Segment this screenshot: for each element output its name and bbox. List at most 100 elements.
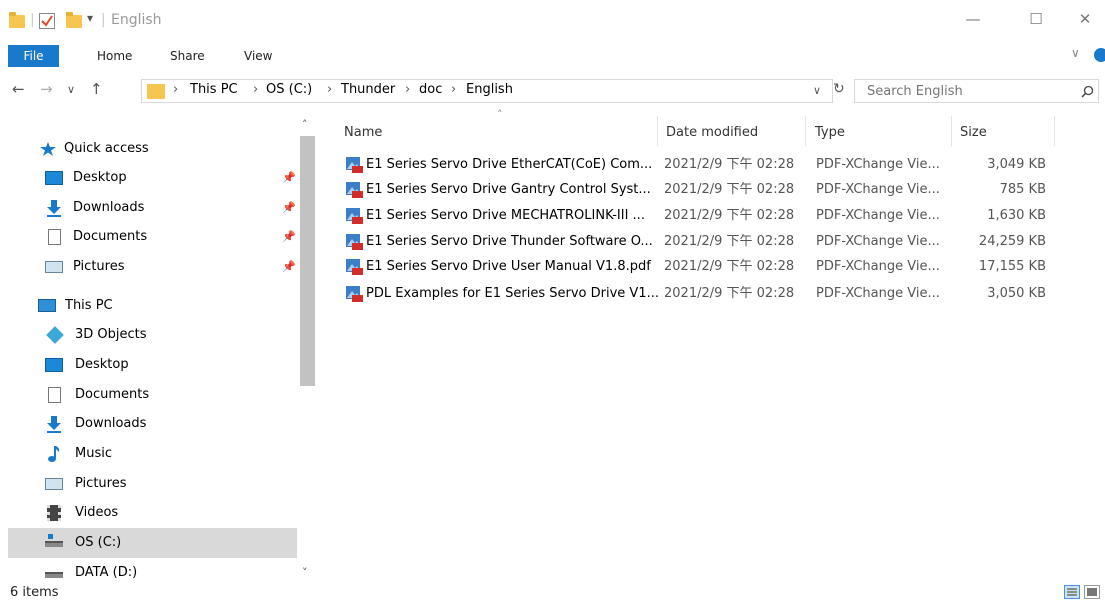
breadcrumb-separator[interactable]: › <box>451 82 456 97</box>
nav-label: Quick access <box>64 141 149 156</box>
column-header-type[interactable]: Type <box>815 120 935 146</box>
file-row[interactable]: E1 Series Servo Drive Thunder Software O… <box>342 231 1050 253</box>
recent-locations-button[interactable]: ∨ <box>67 83 75 96</box>
folder-icon <box>147 84 165 99</box>
document-icon <box>48 387 61 403</box>
checkmark-icon <box>41 15 53 27</box>
pdf-file-icon <box>346 286 363 302</box>
minimize-button[interactable]: — <box>950 4 996 34</box>
breadcrumb-thunder[interactable]: Thunder <box>341 82 395 97</box>
file-name: E1 Series Servo Drive Gantry Control Sys… <box>366 182 651 197</box>
back-button[interactable]: ← <box>12 80 25 98</box>
file-name: E1 Series Servo Drive User Manual V1.8.p… <box>366 259 651 274</box>
tab-home[interactable]: Home <box>97 45 132 67</box>
column-header-name[interactable]: Name <box>344 120 654 146</box>
scroll-down-icon[interactable]: ˅ <box>302 566 308 579</box>
nav-label: Downloads <box>75 416 147 431</box>
refresh-button[interactable]: ↻ <box>833 81 845 97</box>
nav-pc-desktop[interactable]: Desktop <box>45 350 289 380</box>
column-divider[interactable] <box>805 116 806 146</box>
file-date: 2021/2/9 下午 02:28 <box>664 286 795 301</box>
properties-quick-icon[interactable] <box>39 13 55 29</box>
search-icon[interactable] <box>1081 85 1094 98</box>
nav-pc-downloads[interactable]: Downloads <box>47 409 289 439</box>
file-name: E1 Series Servo Drive MECHATROLINK-III .… <box>366 208 645 223</box>
nav-pc-documents[interactable]: Documents <box>48 380 289 410</box>
title-separator-2: | <box>101 12 106 28</box>
column-divider[interactable] <box>951 116 952 146</box>
column-header-size[interactable]: Size <box>960 120 1040 146</box>
pin-icon[interactable]: 📌 <box>282 230 296 243</box>
file-date: 2021/2/9 下午 02:28 <box>664 234 795 249</box>
nav-pc-os-c[interactable]: OS (C:) <box>45 528 289 558</box>
desktop-icon <box>45 171 63 185</box>
breadcrumb-separator[interactable]: › <box>327 82 332 97</box>
up-button[interactable]: ↑ <box>90 80 103 98</box>
pictures-icon <box>45 261 63 273</box>
pin-icon[interactable]: 📌 <box>282 171 296 184</box>
nav-quick-access[interactable]: Quick access <box>40 134 293 164</box>
file-row[interactable]: E1 Series Servo Drive EtherCAT(CoE) Com.… <box>342 154 1050 176</box>
breadcrumb-separator[interactable]: › <box>173 82 178 97</box>
breadcrumb-separator[interactable]: › <box>405 82 410 97</box>
file-row[interactable]: E1 Series Servo Drive User Manual V1.8.p… <box>342 256 1050 278</box>
large-icons-view-button[interactable] <box>1084 585 1100 599</box>
column-divider[interactable] <box>1054 116 1055 146</box>
file-row[interactable]: PDL Examples for E1 Series Servo Drive V… <box>342 283 1050 305</box>
nav-this-pc[interactable]: This PC <box>38 291 289 321</box>
file-name: E1 Series Servo Drive EtherCAT(CoE) Com.… <box>366 157 653 172</box>
drive-icon <box>45 541 63 547</box>
scroll-up-icon[interactable]: ˄ <box>302 118 308 131</box>
breadcrumb-english[interactable]: English <box>466 82 513 97</box>
column-header-date[interactable]: Date modified <box>666 120 796 146</box>
pin-icon[interactable]: 📌 <box>282 201 296 214</box>
tab-file[interactable]: File <box>8 45 59 67</box>
nav-quick-desktop[interactable]: Desktop <box>45 163 307 193</box>
file-row[interactable]: E1 Series Servo Drive Gantry Control Sys… <box>342 179 1050 201</box>
file-date: 2021/2/9 下午 02:28 <box>664 182 795 197</box>
nav-quick-pictures[interactable]: Pictures <box>45 252 307 282</box>
music-note-icon <box>48 446 60 462</box>
file-type: PDF-XChange Vie... <box>816 234 940 249</box>
video-icon <box>47 505 61 521</box>
nav-quick-downloads[interactable]: Downloads <box>47 193 307 223</box>
search-box[interactable] <box>854 79 1099 103</box>
windows-logo-icon <box>48 534 53 539</box>
forward-button[interactable]: → <box>40 80 53 98</box>
ribbon-expand-icon[interactable]: ∨ <box>1071 46 1080 60</box>
file-size: 785 KB <box>999 182 1046 197</box>
drive-icon <box>45 572 63 578</box>
breadcrumb-doc[interactable]: doc <box>419 82 442 97</box>
nav-pc-pictures[interactable]: Pictures <box>45 469 289 499</box>
details-view-button[interactable] <box>1064 585 1080 599</box>
nav-pc-videos[interactable]: Videos <box>47 498 289 528</box>
customize-quick-access-icon[interactable]: ▾ <box>87 11 93 25</box>
file-type: PDF-XChange Vie... <box>816 259 940 274</box>
pin-icon[interactable]: 📌 <box>282 260 296 273</box>
address-dropdown-icon[interactable]: ∨ <box>813 84 821 97</box>
file-row[interactable]: E1 Series Servo Drive MECHATROLINK-III .… <box>342 205 1050 227</box>
breadcrumb-separator[interactable]: › <box>253 82 258 97</box>
tab-share[interactable]: Share <box>170 45 205 67</box>
breadcrumb-os-c[interactable]: OS (C:) <box>266 82 312 97</box>
close-button[interactable]: ✕ <box>1062 4 1105 34</box>
column-divider[interactable] <box>657 116 658 146</box>
file-size: 24,259 KB <box>978 234 1046 249</box>
new-folder-quick-icon[interactable] <box>66 12 82 28</box>
folder-icon <box>9 12 25 28</box>
help-icon[interactable] <box>1094 48 1105 62</box>
maximize-button[interactable]: ☐ <box>1013 4 1059 34</box>
nav-quick-documents[interactable]: Documents <box>47 222 307 252</box>
nav-scrollbar-thumb[interactable] <box>300 136 315 386</box>
details-view-icon <box>1067 588 1077 596</box>
nav-pc-data-d[interactable]: DATA (D:) <box>45 558 289 588</box>
nav-pc-3d-objects[interactable]: 3D Objects <box>46 320 289 350</box>
file-type: PDF-XChange Vie... <box>816 182 940 197</box>
nav-label: Documents <box>75 387 150 402</box>
nav-pc-music[interactable]: Music <box>48 439 289 469</box>
search-input[interactable] <box>867 82 1067 100</box>
title-bar: | ▾ | English — ☐ ✕ <box>0 0 1105 38</box>
desktop-icon <box>45 358 63 372</box>
tab-view[interactable]: View <box>244 45 272 67</box>
breadcrumb-this-pc[interactable]: This PC <box>190 82 238 97</box>
